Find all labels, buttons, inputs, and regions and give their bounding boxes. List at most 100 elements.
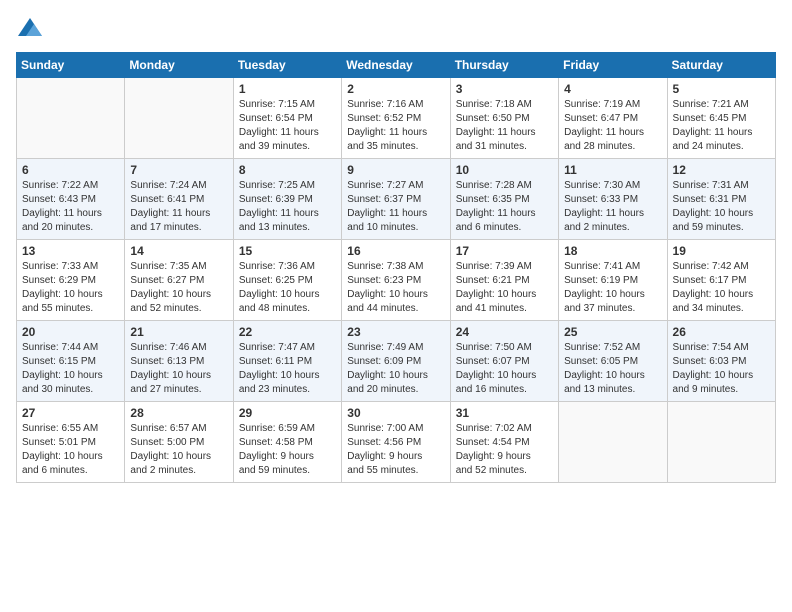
calendar-day-header: Thursday — [450, 53, 558, 78]
calendar-cell: 17 Sunrise: 7:39 AMSunset: 6:21 PMDayligh… — [450, 240, 558, 321]
calendar-cell: 31 Sunrise: 7:02 AMSunset: 4:54 PMDayligh… — [450, 402, 558, 483]
calendar-cell: 6 Sunrise: 7:22 AMSunset: 6:43 PMDaylight… — [17, 159, 125, 240]
day-info: Sunrise: 7:27 AMSunset: 6:37 PMDaylight:… — [347, 179, 444, 235]
calendar-header-row: SundayMondayTuesdayWednesdayThursdayFrid… — [17, 53, 776, 78]
calendar-cell: 28 Sunrise: 6:57 AMSunset: 5:00 PMDayligh… — [125, 402, 233, 483]
logo-icon — [16, 16, 44, 40]
day-info: Sunrise: 7:39 AMSunset: 6:21 PMDaylight:… — [456, 260, 553, 316]
calendar-cell: 10 Sunrise: 7:28 AMSunset: 6:35 PMDayligh… — [450, 159, 558, 240]
calendar-day-header: Friday — [559, 53, 667, 78]
calendar-week-row: 13 Sunrise: 7:33 AMSunset: 6:29 PMDayligh… — [17, 240, 776, 321]
day-number: 31 — [456, 406, 553, 420]
day-number: 14 — [130, 244, 227, 258]
calendar-day-header: Monday — [125, 53, 233, 78]
day-number: 15 — [239, 244, 336, 258]
day-number: 29 — [239, 406, 336, 420]
calendar-cell: 8 Sunrise: 7:25 AMSunset: 6:39 PMDaylight… — [233, 159, 341, 240]
day-number: 6 — [22, 163, 119, 177]
calendar-cell: 19Sunrise: 7:42 AMSunset: 6:17 PMDayligh… — [667, 240, 775, 321]
day-info: Sunrise: 7:52 AMSunset: 6:05 PMDaylight:… — [564, 341, 661, 397]
day-info: Sunrise: 7:16 AMSunset: 6:52 PMDaylight:… — [347, 98, 444, 154]
calendar-cell — [125, 78, 233, 159]
day-info: Sunrise: 7:25 AMSunset: 6:39 PMDaylight:… — [239, 179, 336, 235]
calendar-week-row: 1Sunrise: 7:15 AMSunset: 6:54 PMDaylight… — [17, 78, 776, 159]
day-number: 21 — [130, 325, 227, 339]
day-info: Sunrise: 7:33 AMSunset: 6:29 PMDaylight:… — [22, 260, 119, 316]
calendar-cell: 9 Sunrise: 7:27 AMSunset: 6:37 PMDaylight… — [342, 159, 450, 240]
day-number: 3 — [456, 82, 553, 96]
day-info: Sunrise: 7:50 AMSunset: 6:07 PMDaylight:… — [456, 341, 553, 397]
calendar-cell: 7 Sunrise: 7:24 AMSunset: 6:41 PMDaylight… — [125, 159, 233, 240]
day-number: 30 — [347, 406, 444, 420]
page-header — [16, 16, 776, 40]
calendar-cell: 12Sunrise: 7:31 AMSunset: 6:31 PMDayligh… — [667, 159, 775, 240]
day-info: Sunrise: 7:18 AMSunset: 6:50 PMDaylight:… — [456, 98, 553, 154]
day-info: Sunrise: 6:59 AMSunset: 4:58 PMDaylight:… — [239, 422, 336, 478]
calendar-cell: 11 Sunrise: 7:30 AMSunset: 6:33 PMDayligh… — [559, 159, 667, 240]
day-info: Sunrise: 7:28 AMSunset: 6:35 PMDaylight:… — [456, 179, 553, 235]
day-number: 28 — [130, 406, 227, 420]
day-number: 1 — [239, 82, 336, 96]
calendar-cell: 30 Sunrise: 7:00 AMSunset: 4:56 PMDayligh… — [342, 402, 450, 483]
calendar-cell — [17, 78, 125, 159]
day-info: Sunrise: 7:24 AMSunset: 6:41 PMDaylight:… — [130, 179, 227, 235]
calendar-day-header: Sunday — [17, 53, 125, 78]
calendar-cell: 23Sunrise: 7:49 AMSunset: 6:09 PMDayligh… — [342, 321, 450, 402]
calendar-cell: 3 Sunrise: 7:18 AMSunset: 6:50 PMDaylight… — [450, 78, 558, 159]
day-number: 18 — [564, 244, 661, 258]
day-number: 10 — [456, 163, 553, 177]
calendar-cell: 22 Sunrise: 7:47 AMSunset: 6:11 PMDayligh… — [233, 321, 341, 402]
calendar-week-row: 20 Sunrise: 7:44 AMSunset: 6:15 PMDayligh… — [17, 321, 776, 402]
day-info: Sunrise: 7:42 AMSunset: 6:17 PMDaylight:… — [673, 260, 770, 316]
day-number: 13 — [22, 244, 119, 258]
day-number: 22 — [239, 325, 336, 339]
calendar-cell: 27Sunrise: 6:55 AMSunset: 5:01 PMDayligh… — [17, 402, 125, 483]
calendar-cell: 25 Sunrise: 7:52 AMSunset: 6:05 PMDayligh… — [559, 321, 667, 402]
day-info: Sunrise: 7:46 AMSunset: 6:13 PMDaylight:… — [130, 341, 227, 397]
day-number: 9 — [347, 163, 444, 177]
day-number: 20 — [22, 325, 119, 339]
day-number: 7 — [130, 163, 227, 177]
calendar-cell — [559, 402, 667, 483]
day-number: 8 — [239, 163, 336, 177]
calendar-cell: 15 Sunrise: 7:36 AMSunset: 6:25 PMDayligh… — [233, 240, 341, 321]
day-number: 24 — [456, 325, 553, 339]
calendar-cell — [667, 402, 775, 483]
calendar-cell: 18Sunrise: 7:41 AMSunset: 6:19 PMDayligh… — [559, 240, 667, 321]
calendar-cell: 21 Sunrise: 7:46 AMSunset: 6:13 PMDayligh… — [125, 321, 233, 402]
day-number: 4 — [564, 82, 661, 96]
calendar-cell: 13 Sunrise: 7:33 AMSunset: 6:29 PMDayligh… — [17, 240, 125, 321]
day-number: 2 — [347, 82, 444, 96]
calendar-cell: 16Sunrise: 7:38 AMSunset: 6:23 PMDayligh… — [342, 240, 450, 321]
day-info: Sunrise: 6:57 AMSunset: 5:00 PMDaylight:… — [130, 422, 227, 478]
calendar-cell: 20 Sunrise: 7:44 AMSunset: 6:15 PMDayligh… — [17, 321, 125, 402]
day-info: Sunrise: 7:19 AMSunset: 6:47 PMDaylight:… — [564, 98, 661, 154]
calendar-cell: 1Sunrise: 7:15 AMSunset: 6:54 PMDaylight… — [233, 78, 341, 159]
day-number: 11 — [564, 163, 661, 177]
calendar-cell: 2 Sunrise: 7:16 AMSunset: 6:52 PMDaylight… — [342, 78, 450, 159]
calendar-cell: 24 Sunrise: 7:50 AMSunset: 6:07 PMDayligh… — [450, 321, 558, 402]
calendar-day-header: Tuesday — [233, 53, 341, 78]
calendar-cell: 5Sunrise: 7:21 AMSunset: 6:45 PMDaylight… — [667, 78, 775, 159]
day-info: Sunrise: 7:22 AMSunset: 6:43 PMDaylight:… — [22, 179, 119, 235]
day-info: Sunrise: 7:02 AMSunset: 4:54 PMDaylight:… — [456, 422, 553, 478]
day-info: Sunrise: 7:00 AMSunset: 4:56 PMDaylight:… — [347, 422, 444, 478]
day-info: Sunrise: 7:47 AMSunset: 6:11 PMDaylight:… — [239, 341, 336, 397]
calendar-table: SundayMondayTuesdayWednesdayThursdayFrid… — [16, 52, 776, 483]
day-number: 23 — [347, 325, 444, 339]
day-info: Sunrise: 7:36 AMSunset: 6:25 PMDaylight:… — [239, 260, 336, 316]
day-number: 26 — [673, 325, 770, 339]
calendar-cell: 26 Sunrise: 7:54 AMSunset: 6:03 PMDayligh… — [667, 321, 775, 402]
day-info: Sunrise: 7:21 AMSunset: 6:45 PMDaylight:… — [673, 98, 770, 154]
day-number: 17 — [456, 244, 553, 258]
day-info: Sunrise: 7:30 AMSunset: 6:33 PMDaylight:… — [564, 179, 661, 235]
day-number: 16 — [347, 244, 444, 258]
day-info: Sunrise: 7:31 AMSunset: 6:31 PMDaylight:… — [673, 179, 770, 235]
day-info: Sunrise: 7:54 AMSunset: 6:03 PMDaylight:… — [673, 341, 770, 397]
day-number: 25 — [564, 325, 661, 339]
day-info: Sunrise: 7:44 AMSunset: 6:15 PMDaylight:… — [22, 341, 119, 397]
calendar-week-row: 6 Sunrise: 7:22 AMSunset: 6:43 PMDaylight… — [17, 159, 776, 240]
calendar-cell: 4 Sunrise: 7:19 AMSunset: 6:47 PMDaylight… — [559, 78, 667, 159]
calendar-week-row: 27Sunrise: 6:55 AMSunset: 5:01 PMDayligh… — [17, 402, 776, 483]
day-number: 27 — [22, 406, 119, 420]
